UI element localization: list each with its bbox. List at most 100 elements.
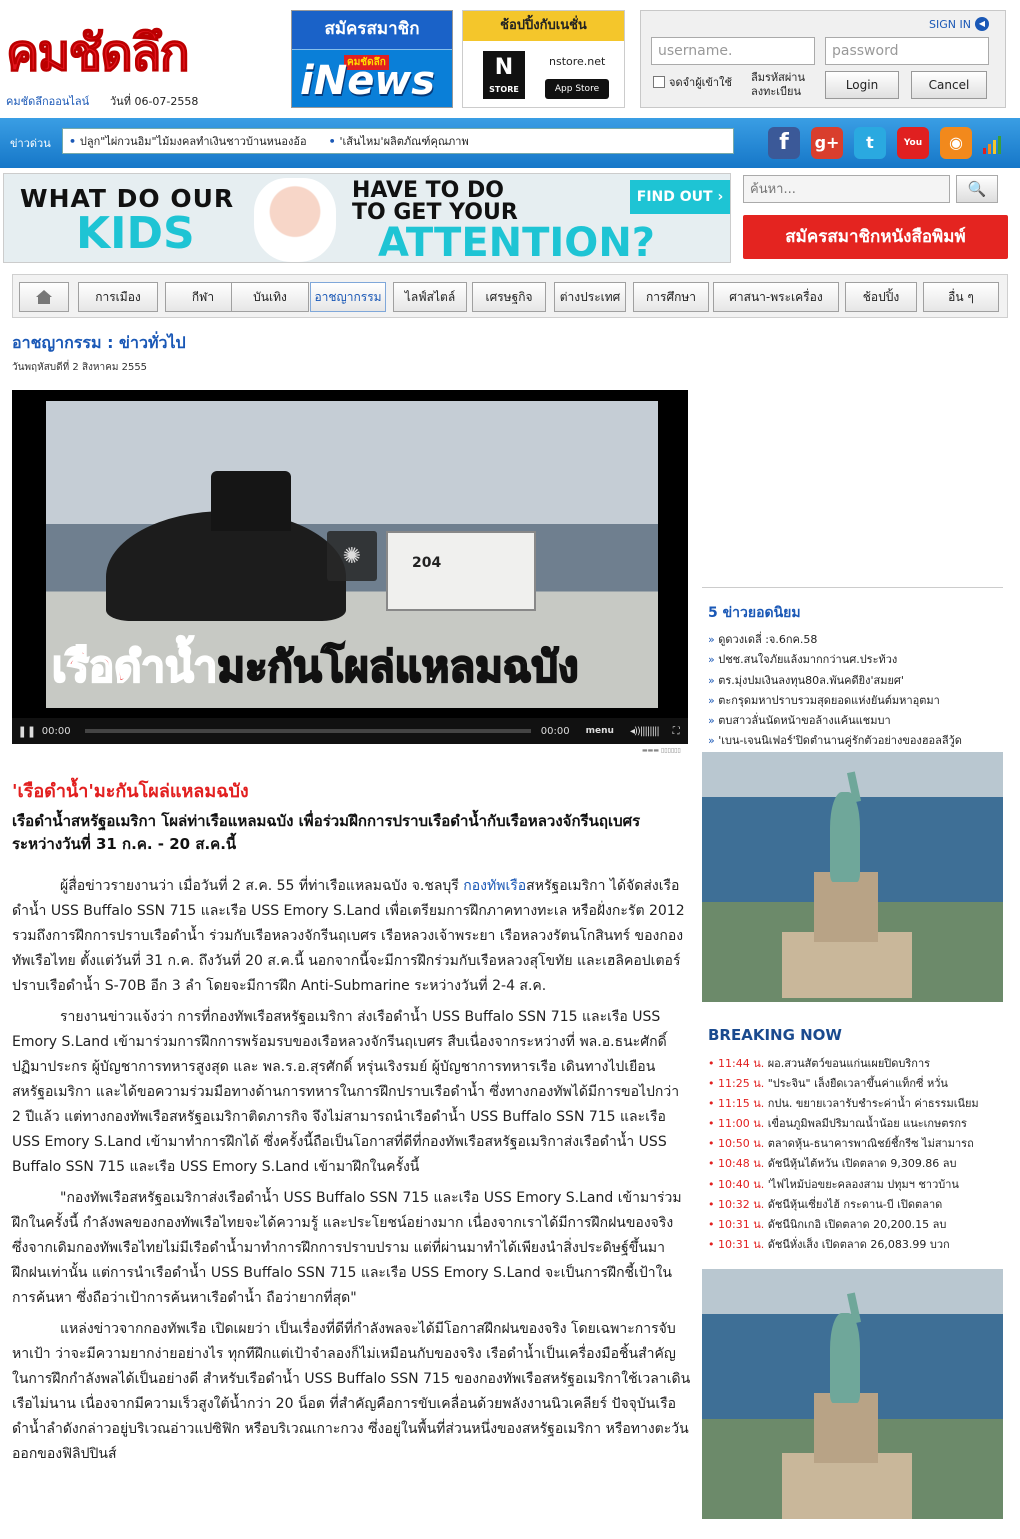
- popular-title: 5 ข่าวยอดนิยม: [708, 605, 801, 621]
- list-item[interactable]: 10:31 น. ดัชนีนิกเกอิ เปิดตลาด 20,200.15…: [708, 1215, 1002, 1235]
- item-text: เขื่อนภูมิพลมีปริมาณน้ำน้อย แนะเกษตรกร: [767, 1117, 967, 1131]
- right-ad-slot: [702, 380, 1003, 586]
- nstore-url: nstore.net: [549, 55, 606, 68]
- volume-icon[interactable]: ◂))||||||||: [625, 726, 665, 737]
- nav-crime[interactable]: อาชญากรรม: [310, 282, 386, 312]
- ticker-item[interactable]: ปลูก"ไผ่กวนอิม"ไม้มงคลทำเงินชาวบ้านหนองอ…: [69, 132, 307, 150]
- list-item[interactable]: 10:31 น. ดัชนีหั่งเส็ง เปิดตลาด 26,083.9…: [708, 1235, 1002, 1255]
- ticker-item[interactable]: 'เส้นไหม'ผลิตภัณฑ์คุณภาพ: [329, 132, 469, 150]
- paragraph: รายงานข่าวแจ้งว่า การที่กองทัพเรือสหรัฐอ…: [12, 1009, 680, 1175]
- list-item[interactable]: ตร.มุ่งปมเงินลงทุน80ล.พันคดียิง'สมยศ': [708, 671, 1000, 691]
- loading-spinner-icon: ✺: [327, 531, 377, 581]
- submarine-sail: [211, 471, 291, 531]
- nav-sports[interactable]: กีฬา: [165, 282, 241, 312]
- list-item[interactable]: 10:40 น. 'ไฟไหม้บ่อขยะคลองสาม ปทุมฯ ชาวบ…: [708, 1175, 1002, 1195]
- list-item[interactable]: ปชช.สนใจภัยแล้งมากกว่านศ.ประท้วง: [708, 650, 1000, 670]
- list-item[interactable]: 10:50 น. ตลาดหุ้น-ธนาคารพาณิชย์ชี้กรีซ ไ…: [708, 1134, 1002, 1154]
- nav-entertainment[interactable]: บันเทิง: [231, 282, 309, 312]
- main-nav: การเมือง กีฬา บันเทิง อาชญากรรม ไลฟ์สไตล…: [12, 274, 1008, 318]
- nav-world[interactable]: ต่างประเทศ: [554, 282, 626, 312]
- nstore-banner[interactable]: ช้อปปิ้งกับเนชั่น N STORE nstore.net App…: [462, 10, 625, 108]
- remember-me[interactable]: จดจำผู้เข้าใช้: [653, 73, 732, 91]
- current-time: 00:00: [41, 725, 71, 737]
- ad-attention-text: ATTENTION?: [378, 220, 655, 263]
- seek-bar[interactable]: [85, 729, 532, 733]
- menu-button[interactable]: menu: [575, 726, 625, 736]
- login-button[interactable]: Login: [825, 71, 899, 99]
- cancel-button[interactable]: Cancel: [911, 71, 987, 99]
- inews-banner[interactable]: สมัครสมาชิก คมชัดลึก iNews: [291, 10, 453, 108]
- list-item[interactable]: 10:32 น. ดัชนีหุ้นเซี่ยงไฮ้ กระดาน-บี เป…: [708, 1195, 1002, 1215]
- facebook-icon[interactable]: f: [768, 127, 800, 159]
- nstore-title: ช้อปปิ้งกับเนชั่น: [463, 11, 624, 41]
- sign-in-link[interactable]: SIGN IN ◀: [929, 17, 989, 31]
- password-input[interactable]: [825, 37, 989, 65]
- list-item[interactable]: 11:15 น. กปน. ขยายเวลารับชำระค่าน้ำ ค่าธ…: [708, 1094, 1002, 1114]
- nav-lifestyle[interactable]: ไลฟ์สไตล์: [393, 282, 467, 312]
- site-home-link[interactable]: คมชัดลึกออนไลน์: [6, 92, 89, 110]
- paragraph: "กองทัพเรือสหรัฐอเมริกาส่งเรือดำน้ำ USS …: [12, 1190, 682, 1306]
- list-item[interactable]: 11:25 น. "ประจิน" เล็งยืดเวลาขึ้นค่าแท็ก…: [708, 1074, 1002, 1094]
- tugboat: 204: [386, 531, 536, 611]
- nav-religion[interactable]: ศาสนา-พระเครื่อง: [713, 282, 839, 312]
- item-time: 10:40 น.: [718, 1177, 765, 1191]
- ad-kids-text: KIDS: [76, 208, 195, 259]
- list-item[interactable]: 10:48 น. ดัชนีหุ้นไต้หวัน เปิดตลาด 9,309…: [708, 1154, 1002, 1174]
- fullscreen-icon[interactable]: ⛶: [664, 726, 688, 737]
- list-item[interactable]: ดูดวงเดลี่ :จ.6กค.58: [708, 630, 1000, 650]
- play-arrow-icon: ◀: [975, 17, 989, 31]
- rss-icon[interactable]: ◉: [940, 127, 972, 159]
- publish-date: วันพฤหัสบดีที่ 2 สิงหาคม 2555: [12, 362, 148, 373]
- site-logo[interactable]: คมชัดลึก: [6, 24, 258, 83]
- list-item[interactable]: ตะกรุดมหาปราบรวมสุดยอดแห่งยันต์มหาอุตมา: [708, 691, 1000, 711]
- article-body: ผู้สื่อข่าวรายงานว่า เมื่อวันที่ 2 ส.ค. …: [12, 874, 692, 1473]
- breaking-now-title: BREAKING NOW: [708, 1026, 842, 1044]
- paragraph: แหล่งข่าวจากกองทัพเรือ เปิดเผยว่า เป็นเร…: [12, 1321, 691, 1462]
- twitter-icon[interactable]: t: [854, 127, 886, 159]
- item-time: 10:48 น.: [718, 1157, 765, 1171]
- item-text: ดัชนีนิกเกอิ เปิดตลาด 20,200.15 ลบ: [767, 1217, 947, 1231]
- search-input[interactable]: [743, 175, 950, 203]
- list-item[interactable]: 'เบน-เจนนิเฟอร์'ปิดตำนานคู่รักตัวอย่างขอ…: [708, 731, 1000, 751]
- inews-wordmark: iNews: [300, 58, 436, 104]
- caption-white: มะกันโผล่แหลมฉบัง: [216, 641, 579, 692]
- video-player[interactable]: 204 เรือดำน้ำมะกันโผล่แหลมฉบัง ✺ ❚❚ 00:0…: [12, 390, 688, 744]
- remember-checkbox[interactable]: [653, 76, 665, 88]
- nav-shopping[interactable]: ช้อปปิ้ง: [845, 282, 917, 312]
- article-headline: 'เรือดำน้ำ'มะกันโผล่แหลมฉบัง: [12, 781, 249, 802]
- forgot-register-links[interactable]: ลืมรหัสผ่าน ลงทะเบียน: [751, 71, 815, 99]
- home-icon[interactable]: [19, 282, 69, 312]
- article-lead: เรือดำน้ำสหรัฐอเมริกา โผล่ท่าเรือแหลมฉบั…: [12, 812, 641, 853]
- list-item[interactable]: 11:44 น. ผอ.สวนสัตว์ขอนแก่นเผยปิดบริการ: [708, 1054, 1002, 1074]
- nstore-logo-small: STORE: [489, 85, 519, 94]
- item-text: 'ไฟไหม้บ่อขยะคลองสาม ปทุมฯ ชาวบ้าน: [767, 1177, 959, 1191]
- list-item[interactable]: 11:00 น. เขื่อนภูมิพลมีปริมาณน้ำน้อย แนะ…: [708, 1114, 1002, 1134]
- divider: [702, 587, 1003, 588]
- statue-pedestal: [814, 872, 878, 942]
- item-text: ดัชนีหุ้นเซี่ยงไฮ้ กระดาน-บี เปิดตลาด: [767, 1197, 943, 1211]
- popular-list: ดูดวงเดลี่ :จ.6กค.58 ปชช.สนใจภัยแล้งมากก…: [708, 630, 1000, 752]
- app-store-badge[interactable]: App Store: [545, 79, 609, 99]
- nav-more[interactable]: อื่น ๆ: [923, 282, 999, 312]
- total-time: 00:00: [540, 725, 570, 737]
- subscribe-newspaper-button[interactable]: สมัครสมาชิกหนังสือพิมพ์: [743, 215, 1008, 259]
- search-icon[interactable]: 🔍: [956, 175, 998, 203]
- nav-politics[interactable]: การเมือง: [78, 282, 158, 312]
- statue-of-liberty-ad[interactable]: [702, 752, 1003, 1002]
- list-item[interactable]: ตบสาวลั่นนัดหน้าขอล้างแค้นแชมบา: [708, 711, 1000, 731]
- tag-link-navy[interactable]: กองทัพเรือ: [463, 878, 526, 894]
- stats-bars-icon[interactable]: [983, 134, 1001, 154]
- google-plus-icon[interactable]: g+: [811, 127, 843, 159]
- breaking-news-bar: ข่าวด่วน ปลูก"ไผ่กวนอิม"ไม้มงคลทำเงินชาว…: [0, 118, 1020, 180]
- username-input[interactable]: [651, 37, 815, 65]
- youtube-icon[interactable]: You Tube: [897, 127, 929, 180]
- kids-attention-ad[interactable]: WHAT DO OUR KIDS HAVE TO DO TO GET YOUR …: [3, 173, 731, 263]
- item-time: 10:32 น.: [718, 1197, 765, 1211]
- find-out-button[interactable]: FIND OUT ›: [630, 180, 730, 214]
- nav-economy[interactable]: เศรษฐกิจ: [472, 282, 546, 312]
- nav-education[interactable]: การศึกษา: [633, 282, 709, 312]
- statue-of-liberty-ad[interactable]: [702, 1269, 1003, 1519]
- remember-label: จดจำผู้เข้าใช้: [669, 76, 732, 89]
- pause-icon[interactable]: ❚❚: [12, 725, 42, 738]
- sign-in-label: SIGN IN: [929, 17, 971, 31]
